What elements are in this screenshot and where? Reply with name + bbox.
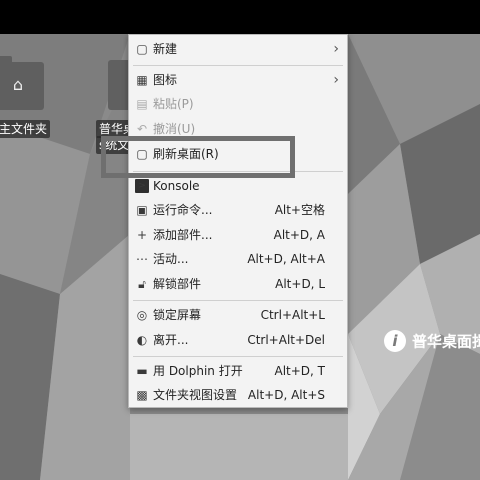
paste-icon: ▤	[136, 97, 148, 111]
undo-icon: ↶	[136, 122, 148, 136]
plus-icon: +	[136, 228, 148, 242]
menu-item-folder-view-settings[interactable]: ▩ 文件夹视图设置 Alt+D, Alt+S	[129, 383, 347, 407]
unlock-icon: 🔓︎	[138, 277, 146, 291]
activities-icon: ⋯	[136, 252, 148, 266]
new-document-icon: ▢	[136, 42, 148, 56]
terminal-icon: >	[135, 179, 149, 193]
menu-item-activities[interactable]: ⋯ 活动... Alt+D, Alt+A	[129, 247, 347, 271]
home-folder-label: 主文件夹	[0, 120, 51, 138]
icons-grid-icon: ▦	[136, 73, 148, 87]
menu-item-lock-screen[interactable]: ◎ 锁定屏幕 Ctrl+Alt+L	[129, 303, 347, 327]
menu-item-unlock-widgets[interactable]: 🔓︎ 解锁部件 Alt+D, L	[129, 272, 347, 296]
menu-item-new[interactable]: ▢ 新建 ›	[129, 37, 347, 61]
menu-separator	[133, 65, 343, 66]
system-folder-label-line2: s统文	[96, 136, 133, 154]
top-bar	[0, 0, 480, 34]
brand-text: 普华桌面揖	[412, 332, 480, 351]
run-command-icon: ▣	[136, 203, 148, 217]
menu-item-run-command[interactable]: ▣ 运行命令... Alt+空格	[129, 198, 347, 222]
menu-item-paste[interactable]: ▤ 粘贴(P)	[129, 92, 347, 116]
menu-item-add-widgets[interactable]: + 添加部件... Alt+D, A	[129, 223, 347, 247]
menu-item-open-dolphin[interactable]: ▬ 用 Dolphin 打开 Alt+D, T	[129, 359, 347, 383]
menu-item-refresh-desktop[interactable]: ▢ 刷新桌面(R)	[129, 142, 347, 166]
refresh-icon: ▢	[136, 147, 148, 161]
desktop-context-menu: ▢ 新建 › ▦ 图标 › ▤ 粘贴(P) ↶ 撤消(U) ▢ 刷新桌面(R) …	[128, 34, 348, 408]
chevron-right-icon: ›	[333, 41, 339, 57]
menu-separator	[133, 356, 343, 357]
menu-item-konsole[interactable]: > Konsole	[129, 174, 347, 198]
leave-icon: ◐	[136, 333, 148, 347]
menu-item-leave[interactable]: ◐ 离开... Ctrl+Alt+Del	[129, 328, 347, 352]
brand-logo-icon: i	[384, 330, 406, 352]
dolphin-icon: ▬	[136, 364, 148, 378]
menu-item-undo[interactable]: ↶ 撤消(U)	[129, 117, 347, 141]
brand-watermark: i 普华桌面揖	[384, 330, 480, 352]
folder-view-settings-icon: ▩	[136, 388, 148, 402]
chevron-right-icon: ›	[333, 72, 339, 88]
home-folder-icon: ⌂	[0, 56, 44, 110]
menu-separator	[133, 171, 343, 172]
menu-item-icons[interactable]: ▦ 图标 ›	[129, 68, 347, 92]
lock-screen-icon: ◎	[136, 308, 148, 322]
menu-separator	[133, 300, 343, 301]
